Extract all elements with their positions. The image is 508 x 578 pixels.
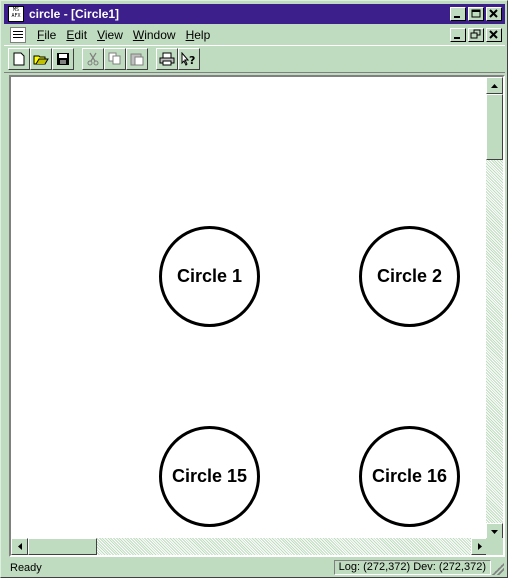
child-minimize-button[interactable] xyxy=(450,27,466,42)
minimize-icon xyxy=(454,36,460,39)
minimize-icon xyxy=(454,16,460,18)
title-bar[interactable]: MS AFX circle - [Circle1] xyxy=(4,4,505,24)
child-close-button[interactable] xyxy=(486,27,502,42)
drawing-canvas[interactable]: Circle 1 Circle 2 Circle 15 Circle 16 xyxy=(11,77,488,540)
open-button[interactable] xyxy=(30,48,52,70)
status-text: Ready xyxy=(10,561,42,574)
circle-shape[interactable]: Circle 15 xyxy=(159,426,260,527)
copy-icon xyxy=(108,52,121,65)
restore-icon xyxy=(470,29,481,38)
circle-shape[interactable]: Circle 16 xyxy=(359,426,460,527)
menu-edit[interactable]: Edit xyxy=(61,28,92,42)
document-icon[interactable] xyxy=(10,26,26,43)
circle-label: Circle 15 xyxy=(171,466,248,486)
cut-button[interactable] xyxy=(82,48,104,70)
close-button[interactable] xyxy=(486,7,502,21)
menu-window[interactable]: Window xyxy=(128,28,181,42)
menu-bar: File Edit View Window Help xyxy=(4,25,505,44)
svg-text:?: ? xyxy=(189,54,195,66)
context-help-button[interactable]: ? xyxy=(178,48,200,70)
app-icon-text: MS AFX xyxy=(11,7,21,19)
coordinates-readout: Log: (272,372) Dev: (272,372) xyxy=(333,560,491,575)
toolbar: ? xyxy=(4,45,505,73)
arrow-up-icon xyxy=(491,83,498,88)
circle-label: Circle 2 xyxy=(376,266,443,286)
paste-button[interactable] xyxy=(126,48,148,70)
horizontal-scroll-thumb[interactable] xyxy=(28,538,97,555)
save-icon xyxy=(57,53,69,65)
menu-file-rest: ile xyxy=(44,27,57,42)
scroll-corner xyxy=(486,538,503,555)
circle-shape[interactable]: Circle 2 xyxy=(359,226,460,327)
scroll-left-button[interactable] xyxy=(11,538,28,555)
close-icon xyxy=(489,9,498,18)
menu-help-accel: H xyxy=(185,27,195,42)
circle-label: Circle 16 xyxy=(371,466,448,486)
cut-icon xyxy=(87,52,99,66)
resize-grip-icon[interactable] xyxy=(492,563,504,575)
child-restore-button[interactable] xyxy=(468,27,484,42)
menu-edit-rest: dit xyxy=(74,27,88,42)
status-bar: Ready Log: (272,372) Dev: (272,372) xyxy=(4,559,505,576)
window-title: circle - [Circle1] xyxy=(29,7,120,21)
menu-window-accel: W xyxy=(132,27,145,42)
maximize-icon xyxy=(471,9,481,18)
menu-view-rest: iew xyxy=(104,27,123,42)
app-icon[interactable]: MS AFX xyxy=(8,6,24,22)
scroll-up-button[interactable] xyxy=(486,77,503,94)
vertical-scrollbar[interactable] xyxy=(486,77,503,540)
arrow-right-icon xyxy=(477,543,482,550)
new-icon xyxy=(13,52,25,66)
open-icon xyxy=(33,55,49,65)
context-help-icon: ? xyxy=(181,52,195,66)
paste-icon xyxy=(130,53,144,66)
horizontal-scrollbar[interactable] xyxy=(11,538,488,555)
close-icon xyxy=(489,29,498,39)
copy-button[interactable] xyxy=(104,48,126,70)
menu-window-rest: indow xyxy=(144,27,176,42)
menu-help-rest: elp xyxy=(194,27,211,42)
save-button[interactable] xyxy=(52,48,74,70)
menu-view[interactable]: View xyxy=(92,28,128,42)
app-window: MS AFX circle - [Circle1] File Edit View… xyxy=(0,0,508,578)
document-view: Circle 1 Circle 2 Circle 15 Circle 16 xyxy=(9,75,505,557)
menu-help[interactable]: Help xyxy=(181,28,216,42)
minimize-button[interactable] xyxy=(450,7,466,21)
circle-label: Circle 1 xyxy=(176,266,243,286)
vertical-scroll-thumb[interactable] xyxy=(486,94,503,160)
print-button[interactable] xyxy=(156,48,178,70)
maximize-button[interactable] xyxy=(468,7,484,21)
print-icon xyxy=(159,52,175,66)
menu-view-accel: V xyxy=(97,27,105,42)
arrow-left-icon xyxy=(17,543,22,550)
new-button[interactable] xyxy=(8,48,30,70)
circle-shape[interactable]: Circle 1 xyxy=(159,226,260,327)
menu-file[interactable]: File xyxy=(32,28,61,42)
arrow-down-icon xyxy=(491,529,498,534)
